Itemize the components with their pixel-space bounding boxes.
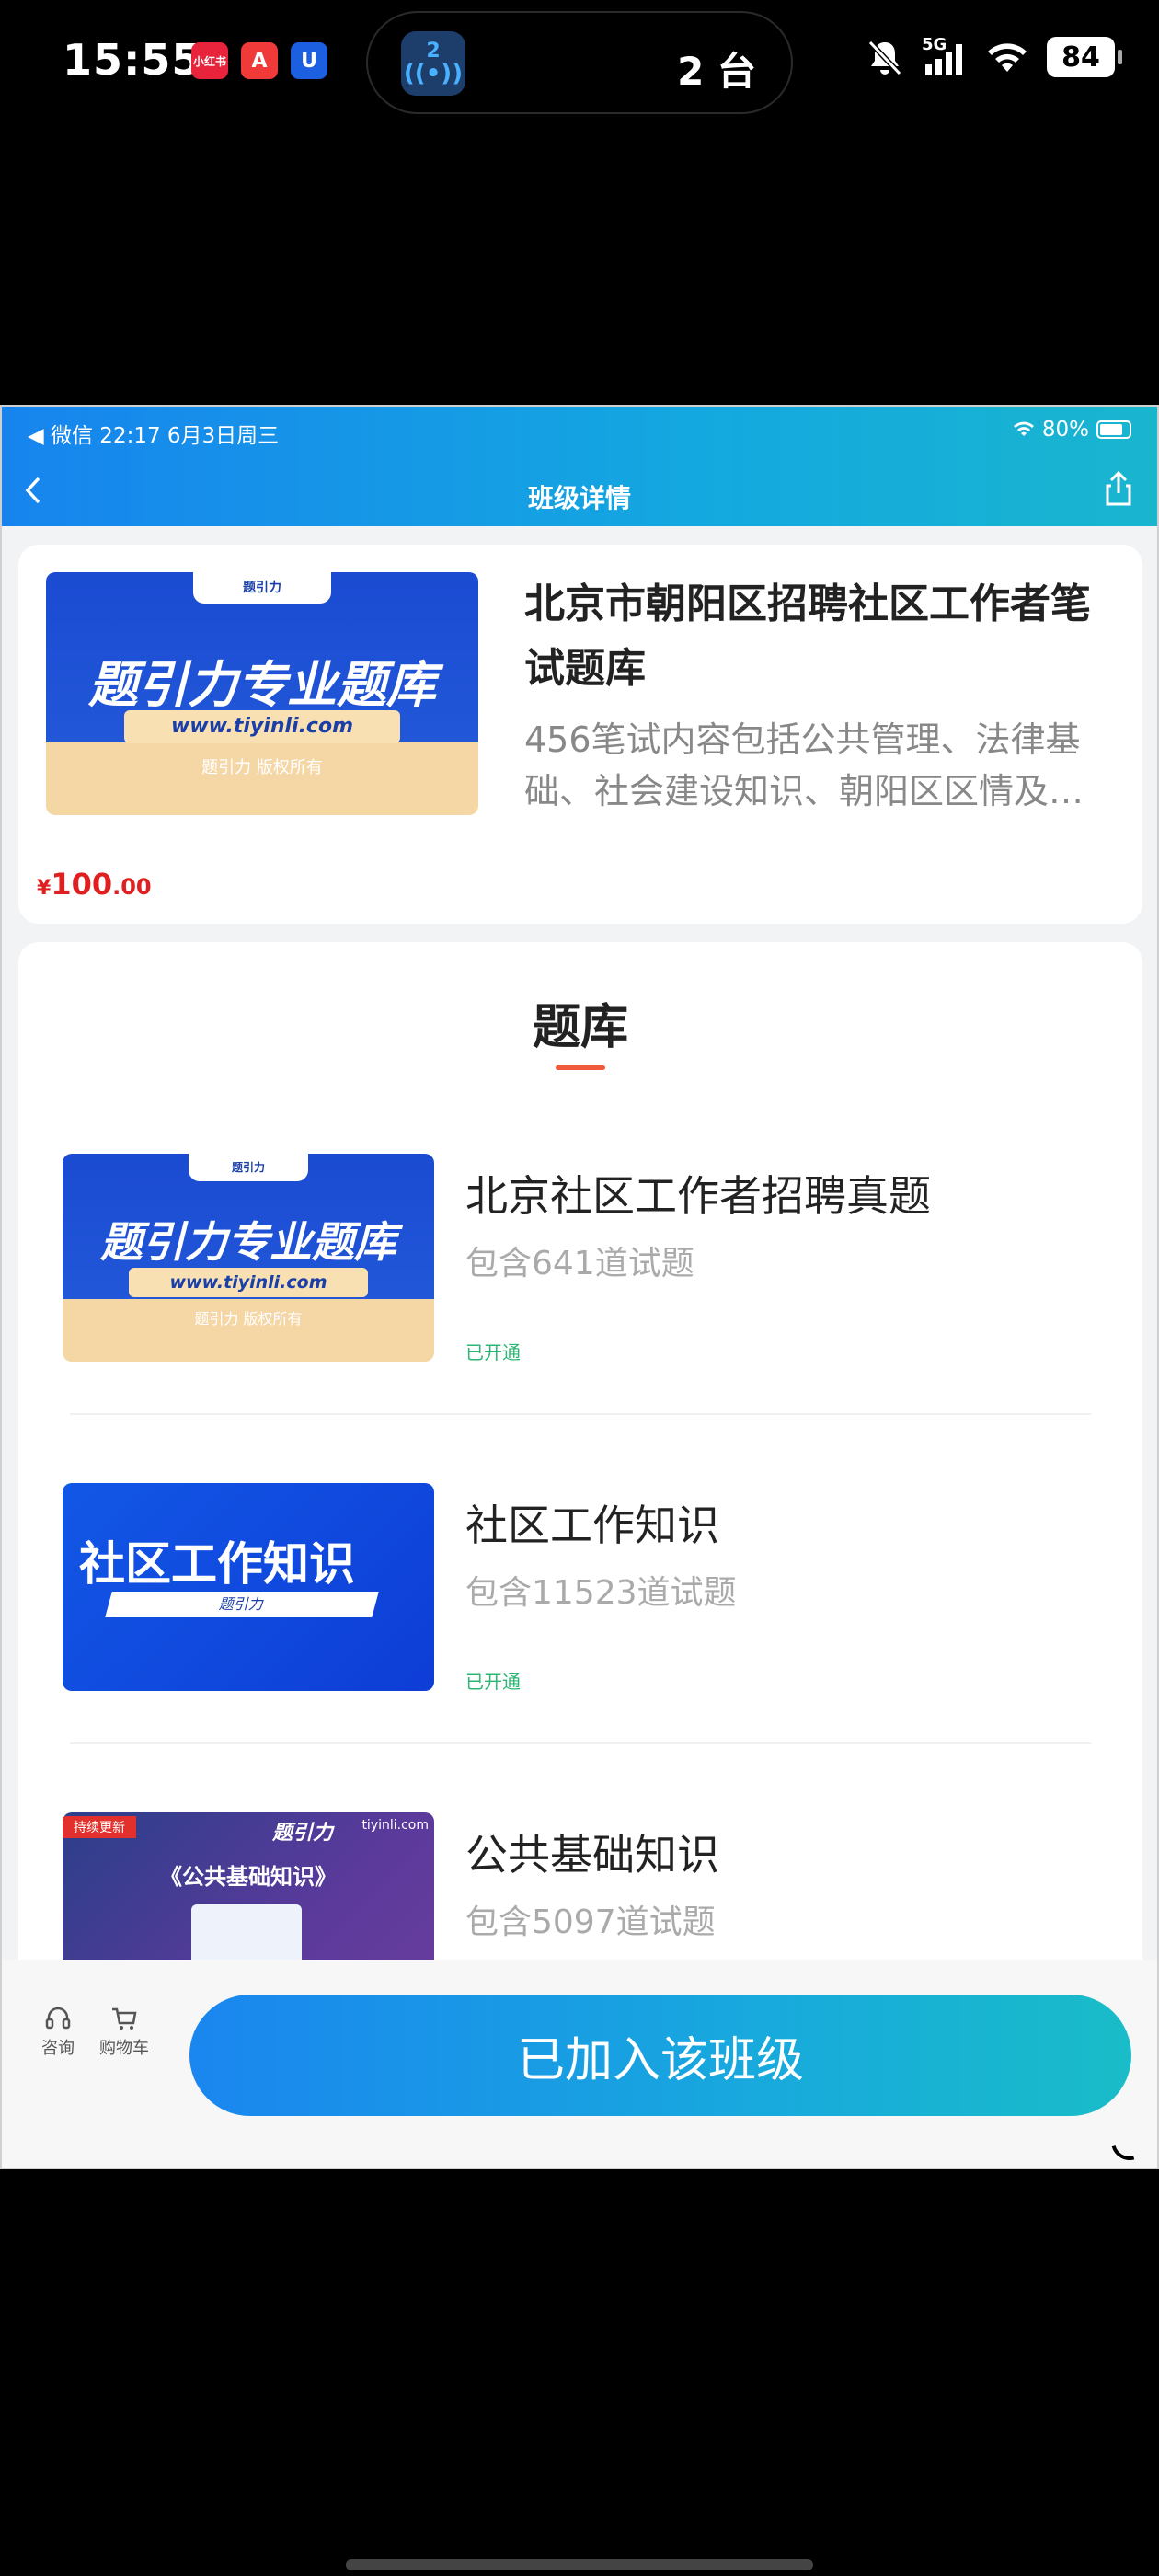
app-u-icon: U — [291, 42, 327, 79]
inner-battery-icon — [1096, 420, 1131, 439]
phone-time: 15:55 — [63, 35, 202, 85]
inner-status-left: ◀ 微信 22:17 6月3日周三 — [28, 424, 280, 448]
thumb-main-text: 题引力专业题库 — [100, 1217, 396, 1267]
thumb-url: www.tiyinli.com — [124, 710, 400, 743]
thumb-main-text: 《公共基础知识》 — [160, 1864, 337, 1890]
xiaohongshu-app-icon: 小红书 — [191, 42, 228, 79]
app-screen: ◀ 微信 22:17 6月3日周三 80% 班级详情 题引力 题引力专业题库 w… — [0, 405, 1159, 2169]
share-icon — [1106, 470, 1131, 506]
broadcast-icon: 2 ((•)) — [401, 31, 465, 96]
thumb-footer: 题引力 版权所有 — [201, 758, 323, 777]
home-indicator[interactable] — [346, 2559, 813, 2570]
battery-indicator: 84 — [1047, 37, 1122, 77]
thumb-tag: 题引力 — [189, 1154, 308, 1181]
thumb-main-text: 题引力专业题库 — [88, 656, 436, 714]
bank-item-count: 包含641道试题 — [465, 1245, 694, 1282]
app-header: ◀ 微信 22:17 6月3日周三 80% 班级详情 — [2, 407, 1157, 526]
bank-item-thumbnail: 题引力 题引力专业题库 www.tiyinli.com 题引力 版权所有 — [63, 1154, 434, 1362]
price-integer: 100 — [51, 867, 113, 902]
section-title-underline — [556, 1065, 605, 1070]
bank-item[interactable]: 题引力 题引力专业题库 www.tiyinli.com 题引力 版权所有 北京社… — [63, 1154, 1102, 1393]
dynamic-island[interactable]: 2 ((•)) 2 台 — [366, 11, 793, 114]
thumb-subtitle: 题引力 — [105, 1592, 379, 1617]
thumb-url: www.tiyinli.com — [129, 1268, 368, 1297]
item-divider — [70, 1742, 1091, 1744]
course-title: 北京市朝阳区招聘社区工作者笔试题库 — [524, 581, 1091, 692]
section-title: 题库 — [532, 1000, 628, 1055]
cart-label: 购物车 — [99, 2039, 149, 2058]
bank-item-thumbnail: 社区工作知识 题引力 — [63, 1483, 434, 1691]
consult-label: 咨询 — [41, 2039, 75, 2058]
app-a-icon: A — [241, 42, 278, 79]
cart-button[interactable]: 购物车 — [92, 2006, 156, 2059]
thumb-badge: 持续更新 — [63, 1816, 136, 1838]
loading-spinner-icon — [1104, 2116, 1155, 2168]
bottom-action-bar: 咨询 购物车 已加入该班级 — [2, 1960, 1157, 2168]
system-indicators: 5G 84 — [865, 35, 1122, 77]
course-thumbnail: 题引力 题引力专业题库 www.tiyinli.com 题引力 版权所有 — [46, 572, 478, 815]
price-currency: ¥ — [37, 877, 52, 900]
cellular-signal-icon: 5G — [922, 35, 968, 77]
thumb-main-text: 社区工作知识 — [79, 1537, 355, 1591]
thumb-footer: 题引力 版权所有 — [194, 1310, 303, 1328]
share-button[interactable] — [1100, 469, 1137, 510]
wifi-icon — [988, 43, 1027, 72]
inner-wifi-icon — [1013, 421, 1034, 436]
inner-status-right: 80% — [1013, 418, 1131, 442]
page-title: 班级详情 — [527, 483, 631, 513]
island-count: 2 — [426, 40, 441, 63]
inner-battery-percent: 80% — [1041, 418, 1089, 442]
bank-item-status: 已开通 — [465, 1341, 521, 1363]
bank-item-count: 包含5097道试题 — [465, 1903, 716, 1941]
thumb-site: tiyinli.com — [361, 1818, 429, 1833]
price-decimal: .00 — [112, 874, 152, 900]
bank-item[interactable]: 社区工作知识 题引力 社区工作知识 包含11523道试题 已开通 — [63, 1483, 1102, 1722]
item-divider — [70, 1413, 1091, 1415]
thumb-logo: 题引力 — [271, 1822, 333, 1845]
shopping-cart-icon — [112, 2007, 137, 2030]
bank-item-status: 已开通 — [465, 1671, 521, 1693]
consult-button[interactable]: 咨询 — [26, 2006, 90, 2059]
bank-item-title: 社区工作知识 — [465, 1501, 719, 1550]
headset-icon — [45, 2007, 71, 2030]
mute-bell-icon — [867, 40, 902, 76]
thumb-tag: 题引力 — [193, 572, 331, 604]
joined-class-button[interactable]: 已加入该班级 — [189, 1995, 1131, 2116]
island-device-count: 2 台 — [677, 49, 756, 94]
bank-item-title: 北京社区工作者招聘真题 — [465, 1171, 931, 1221]
phone-status-bar: 15:55 小红书 A U 2 ((•)) 2 台 5G 84 — [0, 0, 1159, 129]
course-description: 456笔试内容包括公共管理、法律基础、社会建设知识、朝阳区区情及… — [524, 719, 1084, 811]
bank-item-count: 包含11523道试题 — [465, 1574, 737, 1612]
course-price: ¥100.00 — [37, 867, 152, 902]
bank-item-title: 公共基础知识 — [465, 1830, 719, 1880]
course-card: 题引力 题引力专业题库 www.tiyinli.com 题引力 版权所有 北京市… — [18, 545, 1142, 924]
